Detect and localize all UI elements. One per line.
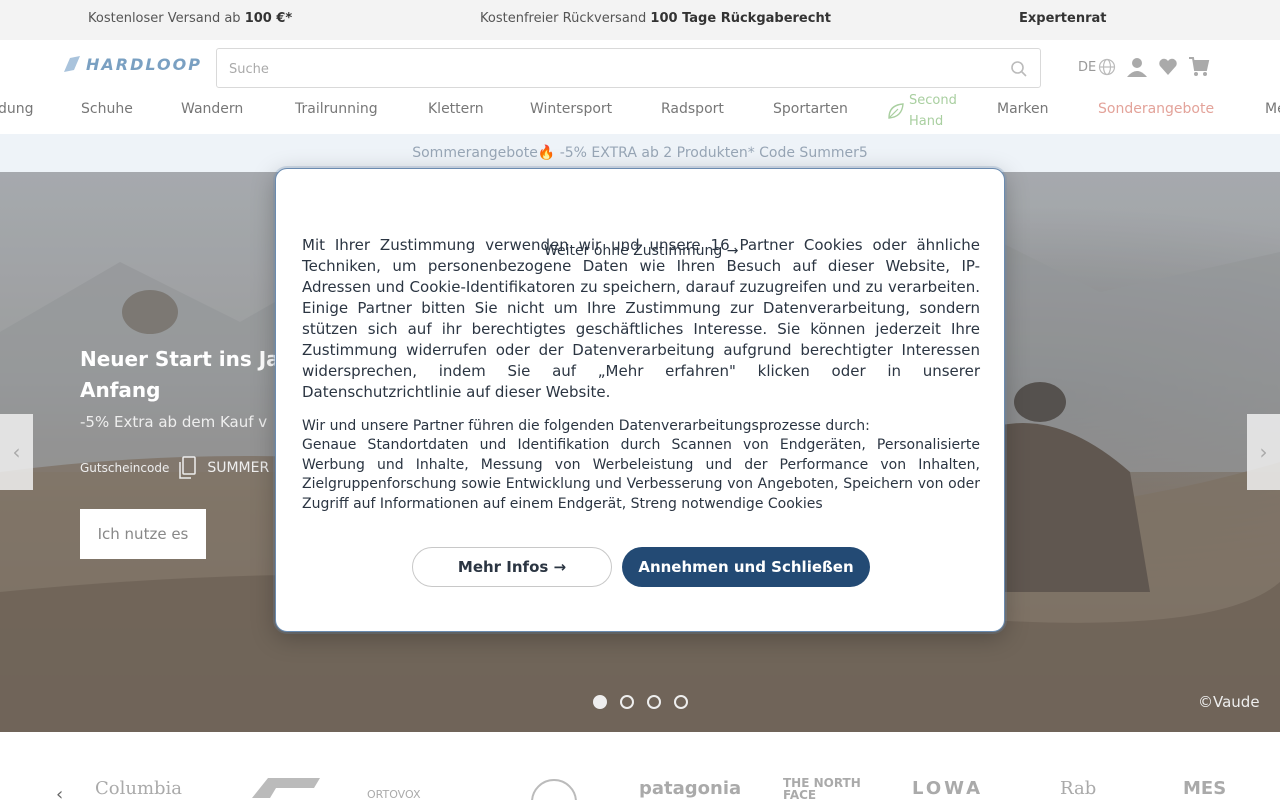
accept-and-close-button[interactable]: Annehmen und Schließen [622, 547, 870, 587]
more-info-button[interactable]: Mehr Infos → [412, 547, 612, 587]
cookie-consent-dialog: Weiter ohne Zustimmung → Mit Ihrer Zusti… [275, 168, 1005, 632]
purposes-text: Genaue Standortdaten und Identifikation … [302, 437, 980, 513]
consent-text: Mit Ihrer Zustimmung verwenden wir und u… [302, 236, 980, 401]
purposes-title: Wir und unsere Partner führen die folgen… [302, 418, 870, 434]
